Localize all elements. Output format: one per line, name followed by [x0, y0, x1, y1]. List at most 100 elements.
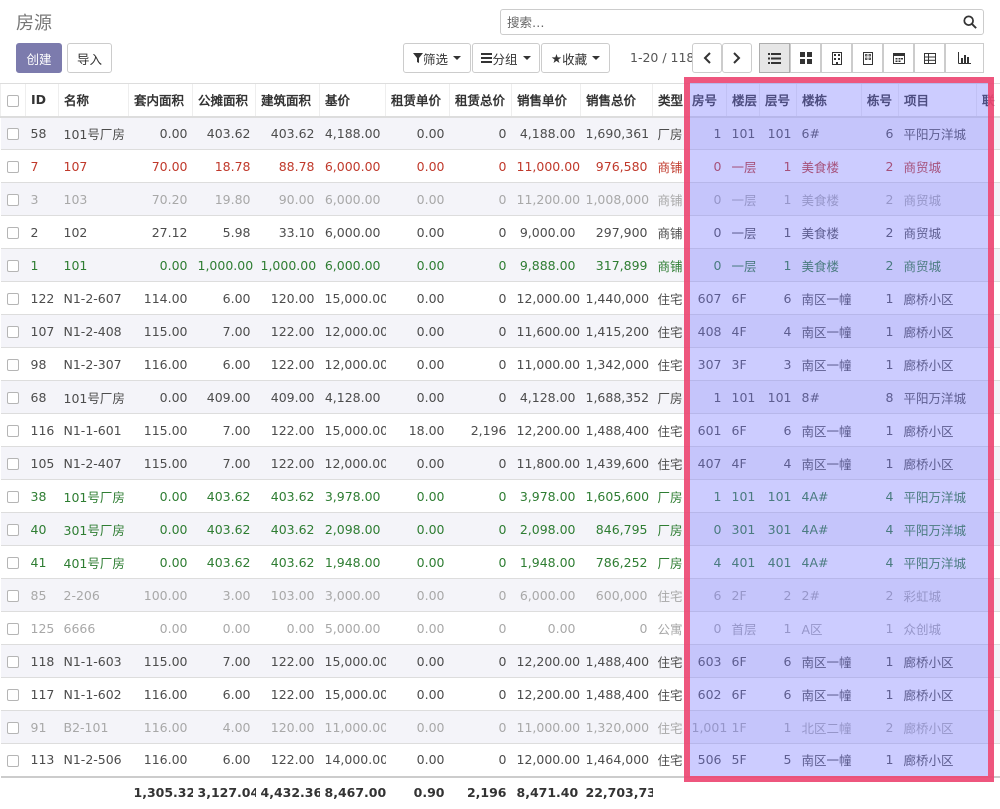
column-header[interactable]: 项目 [898, 83, 977, 118]
table-row[interactable]: 1 101 0.00 1,000.00 1,000.00 6,000.00 0.00 0 9,8… [0, 248, 1000, 282]
table-row[interactable]: 3 103 70.20 19.80 90.00 6,000.00 0.00 0 11,200.0… [0, 182, 1000, 216]
table-row[interactable]: 125 6666 0.00 0.00 0.00 5,000.00 0.00 0 0.00 0 公寓 0… [0, 611, 1000, 645]
search-input[interactable] [501, 10, 941, 34]
column-header[interactable]: 栋号 [861, 83, 899, 118]
row-select-cell[interactable] [0, 545, 26, 579]
kanban-view-button[interactable] [790, 43, 821, 73]
row-checkbox[interactable] [7, 623, 19, 635]
table-row[interactable]: 105 N1-2-407 115.00 7.00 122.00 12,000.00 0.00… [0, 446, 1000, 480]
row-select-cell[interactable] [0, 215, 26, 249]
table-row[interactable]: 7 107 70.00 18.78 88.78 6,000.00 0.00 0 11,000.0… [0, 149, 1000, 183]
select-all-cell[interactable] [0, 83, 26, 118]
row-select-cell[interactable] [0, 479, 26, 513]
row-checkbox[interactable] [7, 425, 19, 437]
column-header[interactable]: 销售总价 [580, 83, 653, 118]
row-checkbox[interactable] [7, 293, 19, 305]
table-row[interactable]: 40 301号厂房 0.00 403.62 403.62 2,098.00 0.00 0 2,0… [0, 512, 1000, 546]
row-select-cell[interactable] [0, 644, 26, 678]
building-outline-view-button[interactable] [852, 43, 883, 73]
create-button[interactable]: 创建 [16, 43, 62, 73]
pivot-view-button[interactable] [914, 43, 945, 73]
table-row[interactable]: 118 N1-1-603 115.00 7.00 122.00 15,000.00 0.00… [0, 644, 1000, 678]
table-row[interactable]: 107 N1-2-408 115.00 7.00 122.00 12,000.00 0.00… [0, 314, 1000, 348]
search-box[interactable] [500, 9, 984, 35]
building-view-button[interactable] [821, 43, 852, 73]
table-row[interactable]: 38 101号厂房 0.00 403.62 403.62 3,978.00 0.00 0 3,9… [0, 479, 1000, 513]
row-select-cell[interactable] [0, 677, 26, 711]
row-checkbox[interactable] [7, 590, 19, 602]
row-checkbox[interactable] [7, 326, 19, 338]
column-header[interactable]: 房号 [686, 83, 727, 118]
row-select-cell[interactable] [0, 149, 26, 183]
row-select-cell[interactable] [0, 710, 26, 744]
column-header[interactable]: ID [25, 83, 59, 118]
row-checkbox[interactable] [7, 194, 19, 206]
row-select-cell[interactable] [0, 611, 26, 645]
group-by-button[interactable]: 分组 [472, 43, 540, 73]
row-checkbox[interactable] [7, 557, 19, 569]
column-header[interactable]: 名称 [58, 83, 129, 118]
row-select-cell[interactable] [0, 512, 26, 546]
table-row[interactable]: 116 N1-1-601 115.00 7.00 122.00 15,000.00 18.0… [0, 413, 1000, 447]
graph-view-button[interactable] [945, 43, 984, 73]
search-icon[interactable] [963, 15, 977, 29]
row-checkbox[interactable] [7, 227, 19, 239]
row-checkbox[interactable] [7, 754, 19, 767]
row-select-cell[interactable] [0, 446, 26, 480]
column-header[interactable]: 层号 [759, 83, 797, 118]
column-header[interactable]: 楼层 [726, 83, 760, 118]
table-cell: 0.00 [128, 116, 193, 150]
row-select-cell[interactable] [0, 578, 26, 612]
row-checkbox[interactable] [7, 524, 19, 536]
filter-button[interactable]: 筛选 [403, 43, 471, 73]
column-header[interactable]: 租赁单价 [385, 83, 450, 118]
table-row[interactable]: 113 N1-2-506 116.00 6.00 122.00 14,000.00 0.00… [0, 743, 1000, 777]
column-header[interactable]: 楼栋 [796, 83, 862, 118]
table-row[interactable]: 122 N1-2-607 114.00 6.00 120.00 15,000.00 0.00… [0, 281, 1000, 315]
row-checkbox[interactable] [7, 392, 19, 404]
row-select-cell[interactable] [0, 314, 26, 348]
row-checkbox[interactable] [7, 491, 19, 503]
column-header[interactable]: 套内面积 [128, 83, 193, 118]
table-row[interactable]: 68 101号厂房 0.00 409.00 409.00 4,128.00 0.00 0 4,1… [0, 380, 1000, 414]
row-select-cell[interactable] [0, 116, 26, 150]
pager-next-button[interactable] [722, 43, 752, 73]
list-view-button[interactable] [759, 43, 790, 73]
column-header[interactable]: 建筑面积 [255, 83, 320, 118]
row-select-cell[interactable] [0, 281, 26, 315]
row-select-cell[interactable] [0, 413, 26, 447]
column-header[interactable]: 租赁总价 [449, 83, 512, 118]
column-header[interactable]: 基价 [319, 83, 386, 118]
column-header[interactable]: 类型 [652, 83, 687, 118]
row-select-cell[interactable] [0, 182, 26, 216]
table-row[interactable]: 58 101号厂房 0.00 403.62 403.62 4,188.00 0.00 0 4,1… [0, 116, 1000, 150]
row-checkbox[interactable] [7, 128, 19, 141]
table-row[interactable]: 41 401号厂房 0.00 403.62 403.62 1,948.00 0.00 0 1,9… [0, 545, 1000, 579]
row-checkbox[interactable] [7, 458, 19, 470]
row-checkbox[interactable] [7, 359, 19, 371]
row-checkbox[interactable] [7, 689, 19, 701]
row-select-cell[interactable] [0, 347, 26, 381]
row-select-cell[interactable] [0, 248, 26, 282]
row-checkbox[interactable] [7, 161, 19, 173]
column-header[interactable]: 销售单价 [511, 83, 581, 118]
select-all-checkbox[interactable] [7, 94, 19, 107]
column-header[interactable]: 公摊面积 [192, 83, 256, 118]
row-checkbox[interactable] [7, 260, 19, 272]
table-cell: 116 [25, 413, 59, 447]
import-button[interactable]: 导入 [67, 43, 112, 73]
row-select-cell[interactable] [0, 380, 26, 414]
table-row[interactable]: 85 2-206 100.00 3.00 103.00 3,000.00 0.00 0 6,00… [0, 578, 1000, 612]
row-checkbox[interactable] [7, 722, 19, 734]
table-row[interactable]: 91 B2-101 116.00 4.00 120.00 11,000.00 0.00 0 11… [0, 710, 1000, 744]
calendar-view-button[interactable] [883, 43, 914, 73]
table-row[interactable]: 98 N1-2-307 116.00 6.00 122.00 12,000.00 0.00 0… [0, 347, 1000, 381]
pager-previous-button[interactable] [692, 43, 722, 73]
pager-value[interactable]: 1-20 / 118 [630, 50, 694, 65]
column-header[interactable]: 联 [976, 83, 1000, 118]
favorites-button[interactable]: ★ 收藏 [541, 43, 610, 73]
row-select-cell[interactable] [0, 743, 26, 777]
table-row[interactable]: 2 102 27.12 5.98 33.10 6,000.00 0.00 0 9,000.00 2… [0, 215, 1000, 249]
table-row[interactable]: 117 N1-1-602 116.00 6.00 122.00 15,000.00 0.00… [0, 677, 1000, 711]
row-checkbox[interactable] [7, 656, 19, 668]
